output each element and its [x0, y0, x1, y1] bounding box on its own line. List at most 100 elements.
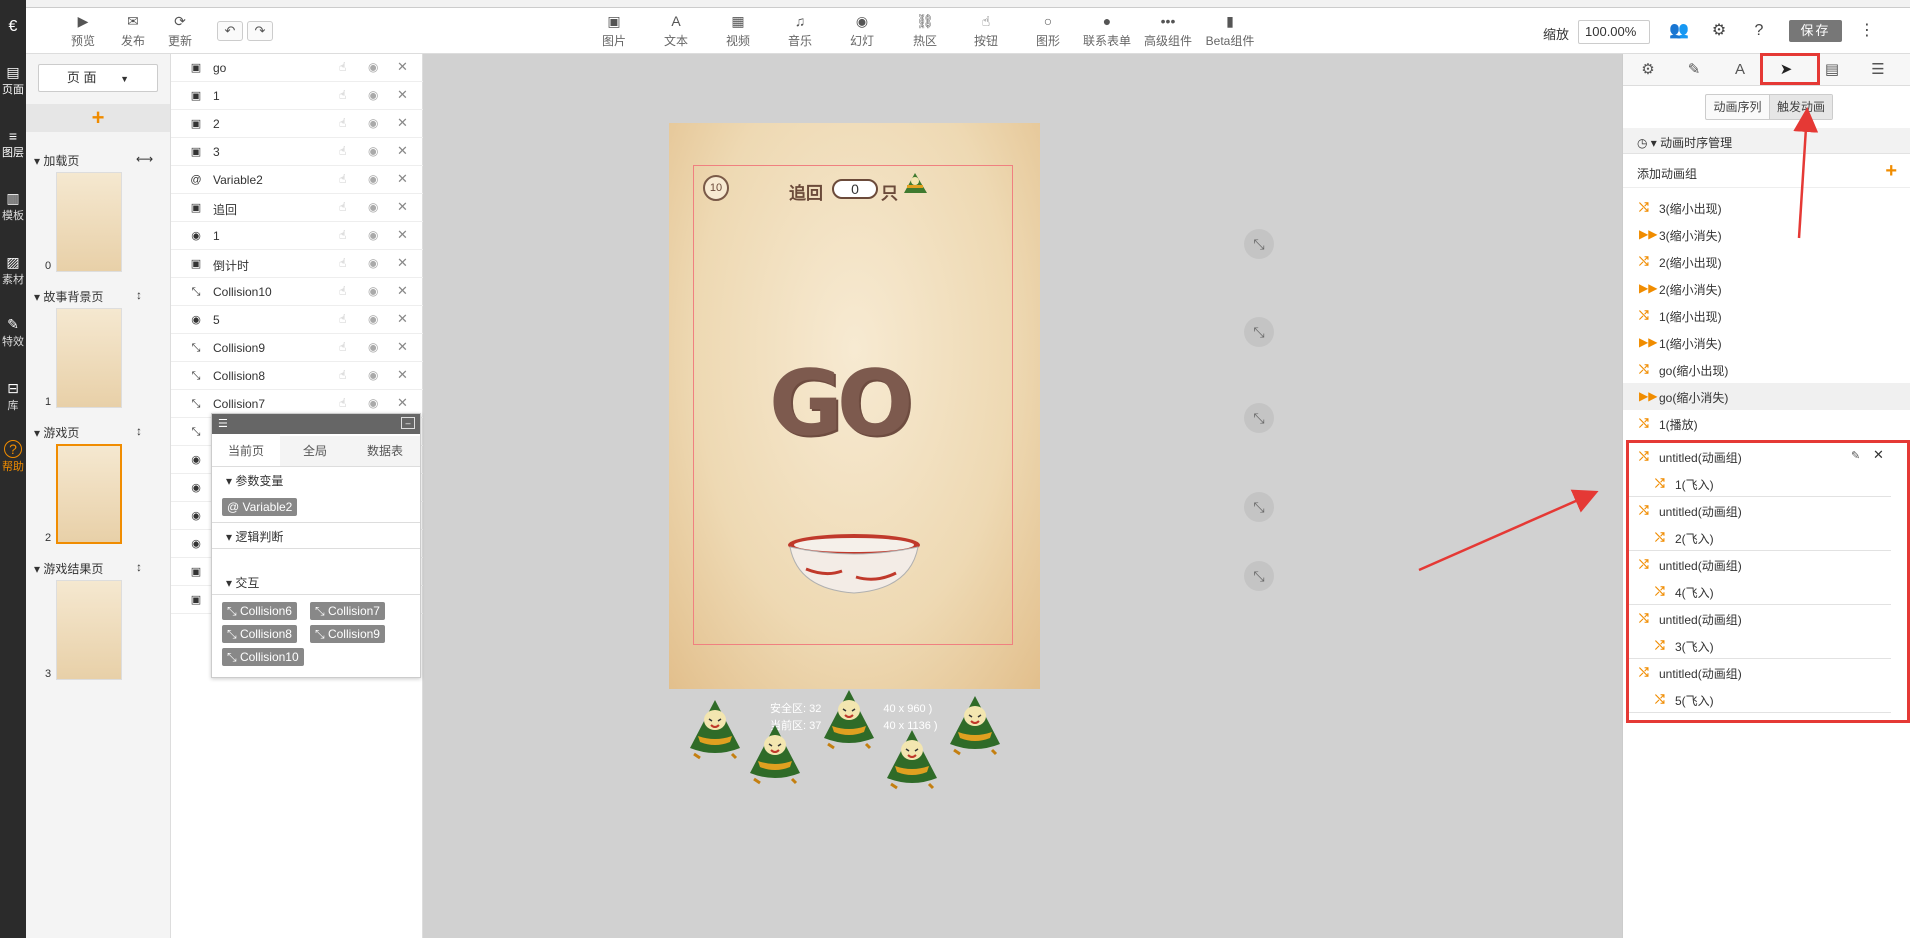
toolbar-预览-button[interactable]: ▶ 预览 [63, 12, 103, 49]
close-icon[interactable]: ✕ [397, 311, 408, 327]
animation-item[interactable]: ⤭ 1(缩小出现) [1623, 302, 1910, 329]
component-button[interactable]: ⛓ 热区 [903, 12, 947, 49]
page-move-icon[interactable]: ⟷ [136, 152, 153, 166]
interaction-tag[interactable]: ⤡ Collision8 [222, 625, 297, 643]
eye-icon[interactable]: ◉ [368, 256, 378, 270]
zongzi-sprite[interactable] [946, 692, 1004, 756]
close-icon[interactable]: ✕ [397, 115, 408, 131]
hand-icon[interactable]: ☝ [339, 228, 346, 242]
page-thumbnail[interactable] [56, 580, 122, 680]
component-button[interactable]: ☝ 按钮 [964, 12, 1008, 49]
hand-icon[interactable]: ☝ [339, 312, 346, 326]
zongzi-sprite[interactable] [883, 726, 941, 790]
component-button[interactable]: ◉ 幻灯 [840, 12, 884, 49]
hand-icon[interactable]: ☝ [339, 284, 346, 298]
page-move-icon[interactable]: ↕ [136, 560, 142, 574]
layer-row[interactable]: ⤡ Collision9 ☝ ◉ ✕ [171, 334, 423, 362]
close-icon[interactable]: ✕ [397, 339, 408, 355]
interaction-tag[interactable]: ⤡ Collision6 [222, 602, 297, 620]
variable-tag[interactable]: @ Variable2 [222, 498, 298, 516]
section-params[interactable]: ▾ 参数变量 [226, 472, 283, 489]
rail-item[interactable]: ? 帮助 [0, 440, 26, 474]
eye-icon[interactable]: ◉ [368, 116, 378, 130]
go-text-image[interactable]: GO [769, 351, 913, 456]
eye-icon[interactable]: ◉ [368, 88, 378, 102]
eye-icon[interactable]: ◉ [368, 200, 378, 214]
collision-icon[interactable]: ⤡ [1244, 403, 1274, 433]
eye-icon[interactable]: ◉ [368, 368, 378, 382]
add-page-button[interactable]: + [26, 104, 170, 132]
zongzi-sprite[interactable] [686, 696, 744, 760]
layer-row[interactable]: ▣ 1 ☝ ◉ ✕ [171, 82, 423, 110]
minimize-icon[interactable]: – [401, 417, 415, 429]
component-button[interactable]: ▮ Beta组件 [1200, 12, 1260, 49]
layer-row[interactable]: ▣ 追回 ☝ ◉ ✕ [171, 194, 423, 222]
page-select[interactable]: 页 面 ▼ [38, 64, 158, 92]
section-interact[interactable]: ▾ 交互 [226, 574, 259, 591]
layer-row[interactable]: ▣ 3 ☝ ◉ ✕ [171, 138, 423, 166]
hand-icon[interactable]: ☝ [339, 60, 346, 74]
component-button[interactable]: ••• 高级组件 [1138, 12, 1198, 49]
eye-icon[interactable]: ◉ [368, 284, 378, 298]
page-title[interactable]: ▾ 加载页 [34, 152, 79, 169]
layer-row[interactable]: ◉ 1 ☝ ◉ ✕ [171, 222, 423, 250]
zongzi-sprite[interactable] [746, 721, 804, 785]
tab-global[interactable]: 全局 [280, 436, 350, 466]
save-button[interactable]: 保存 [1789, 20, 1842, 42]
eye-icon[interactable]: ◉ [368, 60, 378, 74]
tab-datatable[interactable]: 数据表 [350, 436, 420, 466]
eye-icon[interactable]: ◉ [368, 228, 378, 242]
toolbar-更新-button[interactable]: ⟳ 更新 [160, 12, 200, 49]
chase-unit[interactable]: 只 [881, 179, 898, 204]
more-icon[interactable]: ⋮ [1856, 20, 1878, 42]
page-move-icon[interactable]: ↕ [136, 424, 142, 438]
hand-icon[interactable]: ☝ [339, 340, 346, 354]
animation-item[interactable]: ▶▶ go(缩小消失) [1623, 383, 1910, 410]
hand-icon[interactable]: ☝ [339, 200, 346, 214]
close-icon[interactable]: ✕ [397, 227, 408, 243]
zongzi-sprite[interactable] [820, 686, 878, 750]
animation-item[interactable]: ⤭ 3(缩小出现) [1623, 194, 1910, 221]
rail-item[interactable]: ✎ 特效 [0, 316, 26, 349]
close-icon[interactable]: ✕ [397, 367, 408, 383]
animation-manager-header[interactable]: ◷ ▾ 动画时序管理 [1623, 128, 1910, 154]
layer-row[interactable]: ⤡ Collision8 ☝ ◉ ✕ [171, 362, 423, 390]
database-icon[interactable]: ☰ [1855, 54, 1901, 86]
zoom-input[interactable]: 100.00% [1578, 20, 1650, 44]
add-icon[interactable]: + [1885, 160, 1897, 183]
rail-item[interactable]: ≡ 图层 [0, 128, 26, 160]
chase-count[interactable]: 0 [832, 179, 878, 199]
phone-canvas[interactable]: 10 追回 0 只 GO [669, 123, 1040, 689]
hand-icon[interactable]: ☝ [339, 144, 346, 158]
alarm-clock-icon[interactable]: 10 [703, 175, 729, 201]
hand-icon[interactable]: ☝ [339, 256, 346, 270]
help-icon[interactable]: ? [1748, 20, 1770, 42]
close-icon[interactable]: ✕ [397, 283, 408, 299]
close-icon[interactable]: ✕ [397, 143, 408, 159]
page-thumbnail[interactable] [56, 172, 122, 272]
layer-row[interactable]: ▣ 倒计时 ☝ ◉ ✕ [171, 250, 423, 278]
hand-icon[interactable]: ☝ [339, 88, 346, 102]
trigger-tab[interactable]: 触发动画 [1770, 95, 1832, 119]
eye-icon[interactable]: ◉ [368, 144, 378, 158]
layer-row[interactable]: ⤡ Collision10 ☝ ◉ ✕ [171, 278, 423, 306]
interaction-tag[interactable]: ⤡ Collision10 [222, 648, 304, 666]
layer-row[interactable]: ▣ go ☝ ◉ ✕ [171, 54, 423, 82]
undo-button[interactable]: ↶ [217, 21, 243, 41]
close-icon[interactable]: ✕ [397, 171, 408, 187]
redo-button[interactable]: ↷ [247, 21, 273, 41]
variables-panel-header[interactable]: ☰ – [212, 414, 420, 434]
bowl-image[interactable] [786, 533, 922, 595]
hand-icon[interactable]: ☝ [339, 172, 346, 186]
hand-icon[interactable]: ☝ [339, 396, 346, 410]
settings-icon[interactable]: ⚙ [1708, 20, 1730, 42]
animation-item[interactable]: ▶▶ 3(缩小消失) [1623, 221, 1910, 248]
rail-item[interactable]: ▥ 模板 [0, 190, 26, 223]
page-move-icon[interactable]: ↕ [136, 288, 142, 302]
gear-icon[interactable]: ⚙ [1625, 54, 1671, 86]
layer-row[interactable]: @ Variable2 ☝ ◉ ✕ [171, 166, 423, 194]
page-title[interactable]: ▾ 游戏页 [34, 424, 79, 441]
collision-icon[interactable]: ⤡ [1244, 492, 1274, 522]
sequence-tab[interactable]: 动画序列 [1706, 95, 1770, 119]
page-title[interactable]: ▾ 游戏结果页 [34, 560, 103, 577]
